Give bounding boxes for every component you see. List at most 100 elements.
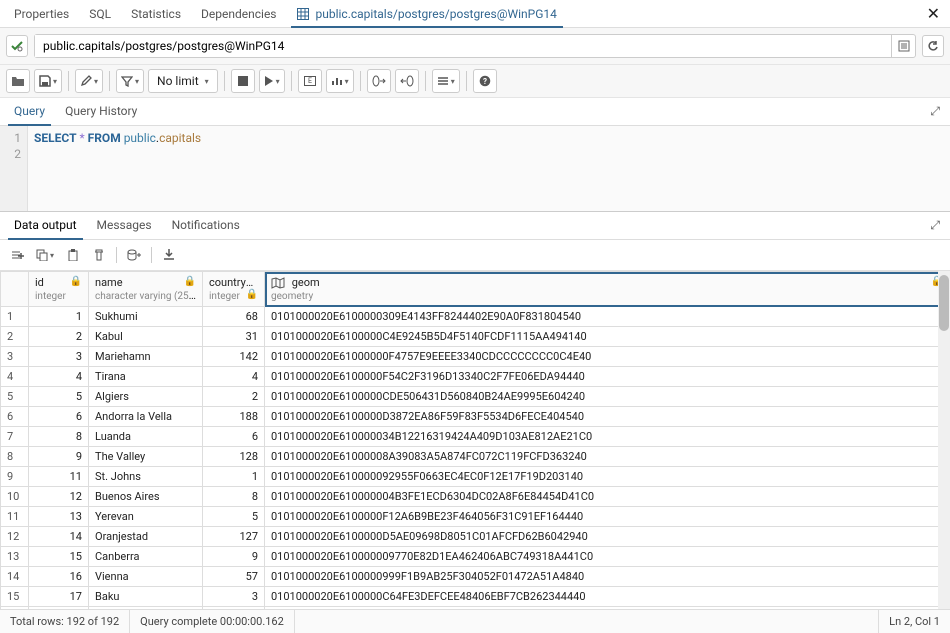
cell-name[interactable]: Sukhumi — [89, 307, 203, 327]
cell-country-id[interactable]: 4 — [203, 367, 265, 387]
rows-limit-select[interactable]: No limit▾ — [148, 69, 218, 93]
tab-messages[interactable]: Messages — [87, 212, 162, 239]
cell-country-id[interactable]: 188 — [203, 407, 265, 427]
connection-input[interactable] — [35, 35, 891, 57]
tab-sql[interactable]: SQL — [79, 1, 121, 27]
sql-editor[interactable]: 1 2 SELECT * FROM public.capitals — [0, 126, 950, 212]
cell-geom[interactable]: 0101000020E6100000F54C2F3196D13340C2F7FE… — [265, 367, 950, 387]
cell-id[interactable]: 14 — [29, 527, 89, 547]
cell-name[interactable]: The Valley — [89, 447, 203, 467]
cell-rownum[interactable]: 4 — [1, 367, 29, 387]
tab-properties[interactable]: Properties — [4, 1, 79, 27]
col-name[interactable]: name🔒character varying (256) — [89, 272, 203, 307]
cell-country-id[interactable]: 128 — [203, 447, 265, 467]
cell-country-id[interactable]: 31 — [203, 327, 265, 347]
cell-geom[interactable]: 0101000020E610000009770E82D1EA462406ABC7… — [265, 547, 950, 567]
cell-country-id[interactable]: 1 — [203, 467, 265, 487]
cell-id[interactable]: 4 — [29, 367, 89, 387]
cell-country-id[interactable]: 57 — [203, 567, 265, 587]
cell-country-id[interactable]: 5 — [203, 507, 265, 527]
cell-geom[interactable]: 0101000020E6100000309E4143FF8244402E90A0… — [265, 307, 950, 327]
cell-geom[interactable]: 0101000020E6100000F12A6B9BE23F464056F31C… — [265, 507, 950, 527]
cell-geom[interactable]: 0101000020E610000092955F0663EC4EC0F12E17… — [265, 467, 950, 487]
cell-country-id[interactable]: 9 — [203, 547, 265, 567]
table-row[interactable]: 1620Dhaka140101000020E6100000BAC0E5B1669… — [1, 607, 950, 609]
table-row[interactable]: 11Sukhumi680101000020E6100000309E4143FF8… — [1, 307, 950, 327]
cell-id[interactable]: 9 — [29, 447, 89, 467]
cell-name[interactable]: Andorra la Vella — [89, 407, 203, 427]
cell-rownum[interactable]: 10 — [1, 487, 29, 507]
cell-name[interactable]: Tirana — [89, 367, 203, 387]
save-data-button[interactable] — [123, 244, 145, 266]
connection-status-button[interactable] — [6, 35, 28, 57]
col-country-id[interactable]: country_id🔒integer — [203, 272, 265, 307]
cell-rownum[interactable]: 1 — [1, 307, 29, 327]
delete-button[interactable] — [88, 244, 110, 266]
tab-query-history[interactable]: Query History — [55, 98, 147, 125]
cell-rownum[interactable]: 14 — [1, 567, 29, 587]
cell-id[interactable]: 11 — [29, 467, 89, 487]
table-row[interactable]: 89The Valley1280101000020E61000008A39083… — [1, 447, 950, 467]
cell-rownum[interactable]: 2 — [1, 327, 29, 347]
download-button[interactable] — [158, 244, 180, 266]
add-row-button[interactable] — [6, 244, 28, 266]
cell-name[interactable]: Kabul — [89, 327, 203, 347]
rollback-button[interactable] — [395, 69, 419, 93]
cell-rownum[interactable]: 15 — [1, 587, 29, 607]
tab-notifications[interactable]: Notifications — [162, 212, 250, 239]
cell-geom[interactable]: 0101000020E61000008A39083A5A874FC072C119… — [265, 447, 950, 467]
cell-country-id[interactable]: 68 — [203, 307, 265, 327]
cell-id[interactable]: 3 — [29, 347, 89, 367]
cell-name[interactable]: Yerevan — [89, 507, 203, 527]
edit-dropdown-button[interactable]: ▾ — [75, 69, 103, 93]
table-row[interactable]: 55Algiers20101000020E6100000CDE506431D56… — [1, 387, 950, 407]
cell-id[interactable]: 17 — [29, 587, 89, 607]
cell-geom[interactable]: 0101000020E6100000C4E9245B5D4F5140FCDF11… — [265, 327, 950, 347]
table-row[interactable]: 1012Buenos Aires80101000020E610000004B3F… — [1, 487, 950, 507]
col-geom[interactable]: geom🔒geometry — [265, 272, 950, 307]
col-id[interactable]: id🔒integer — [29, 272, 89, 307]
cell-geom[interactable]: 0101000020E610000004B3FE1ECD6304DC02A8F6… — [265, 487, 950, 507]
cell-rownum[interactable]: 5 — [1, 387, 29, 407]
cell-country-id[interactable]: 8 — [203, 487, 265, 507]
cell-country-id[interactable]: 14 — [203, 607, 265, 609]
tab-statistics[interactable]: Statistics — [121, 1, 191, 27]
cell-id[interactable]: 20 — [29, 607, 89, 609]
grid-scrollbar[interactable] — [938, 271, 950, 609]
cell-geom[interactable]: 0101000020E610000034B12216319424A409D103… — [265, 427, 950, 447]
explain-analyze-button[interactable]: ▾ — [326, 69, 354, 93]
reset-layout-button[interactable] — [922, 35, 944, 57]
paste-button[interactable] — [62, 244, 84, 266]
cell-name[interactable]: Canberra — [89, 547, 203, 567]
table-row[interactable]: 1214Oranjestad1270101000020E6100000D5AE0… — [1, 527, 950, 547]
cell-rownum[interactable]: 11 — [1, 507, 29, 527]
cell-country-id[interactable]: 2 — [203, 387, 265, 407]
cell-name[interactable]: Oranjestad — [89, 527, 203, 547]
cell-id[interactable]: 6 — [29, 407, 89, 427]
cell-name[interactable]: Luanda — [89, 427, 203, 447]
scrollbar-thumb[interactable] — [939, 275, 949, 331]
cell-rownum[interactable]: 9 — [1, 467, 29, 487]
cell-country-id[interactable]: 142 — [203, 347, 265, 367]
cell-country-id[interactable]: 127 — [203, 527, 265, 547]
cell-name[interactable]: Vienna — [89, 567, 203, 587]
cell-geom[interactable]: 0101000020E6100000CDE506431D560840B24AE9… — [265, 387, 950, 407]
tab-dependencies[interactable]: Dependencies — [191, 1, 286, 27]
connection-filter-button[interactable] — [891, 35, 915, 57]
cell-rownum[interactable]: 13 — [1, 547, 29, 567]
col-rownum[interactable] — [1, 272, 29, 307]
cell-rownum[interactable]: 12 — [1, 527, 29, 547]
expand-editor-button[interactable]: ⤢ — [924, 98, 946, 125]
cell-id[interactable]: 15 — [29, 547, 89, 567]
cell-rownum[interactable]: 7 — [1, 427, 29, 447]
cell-name[interactable]: St. Johns — [89, 467, 203, 487]
cell-geom[interactable]: 0101000020E6100000D3872EA86F59F83F5534D6… — [265, 407, 950, 427]
cell-id[interactable]: 16 — [29, 567, 89, 587]
cell-name[interactable]: Baku — [89, 587, 203, 607]
tab-query[interactable]: Query — [4, 98, 55, 125]
cell-id[interactable]: 2 — [29, 327, 89, 347]
cell-geom[interactable]: 0101000020E6100000C64FE3DEFCEE48406EBF7C… — [265, 587, 950, 607]
cell-geom[interactable]: 0101000020E6100000BAC0E5B1669A5640FBE6FE… — [265, 607, 950, 609]
cell-geom[interactable]: 0101000020E6100000D5AE09698D8051C01AFCFD… — [265, 527, 950, 547]
explain-button[interactable]: E — [298, 69, 322, 93]
